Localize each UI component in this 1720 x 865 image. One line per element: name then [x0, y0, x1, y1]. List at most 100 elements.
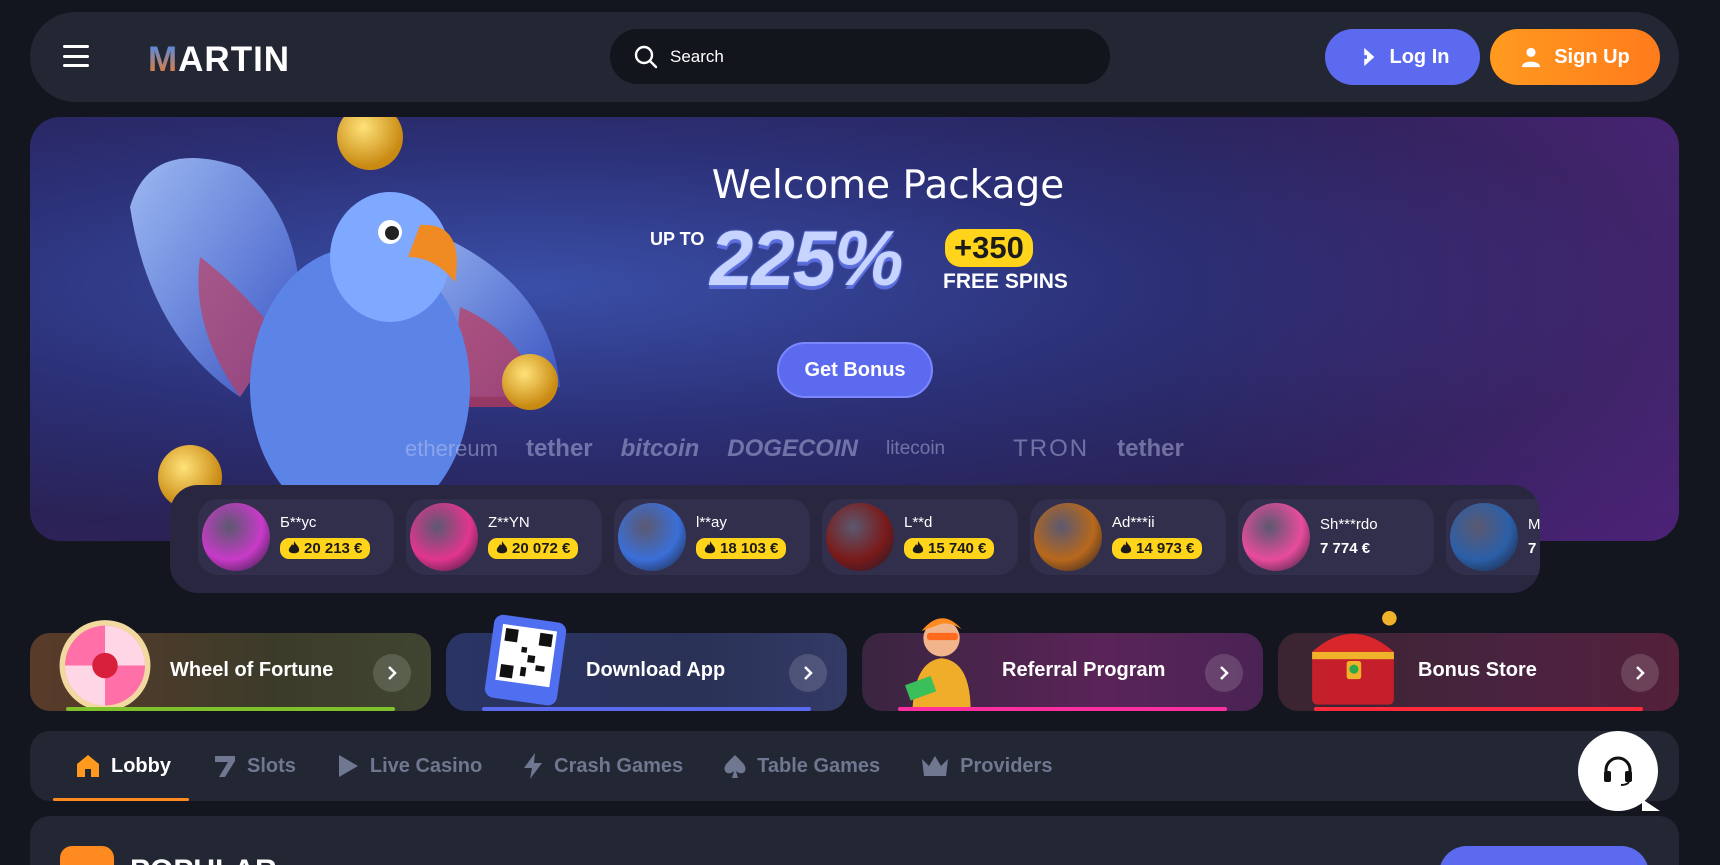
tab-live-casino[interactable]: Live Casino: [336, 731, 482, 801]
banner-title: Welcome Package: [711, 163, 1065, 208]
crypto-logo: TRON: [1013, 435, 1090, 462]
winner-name: Sh***rdo: [1320, 516, 1378, 533]
free-spins-label: FREE SPINS: [943, 270, 1068, 293]
flame-icon: [496, 541, 508, 554]
tab-label: Slots: [247, 754, 296, 777]
win-amount: 20 072 €: [488, 537, 579, 559]
signup-button[interactable]: Sign Up: [1490, 29, 1660, 85]
tab-slots[interactable]: Slots: [211, 731, 296, 801]
crypto-logo: tether: [1117, 435, 1184, 462]
chevron-right-icon[interactable]: [1205, 654, 1243, 692]
win-amount-text: 7 774 €: [1320, 540, 1371, 557]
promo-label: Download App: [586, 659, 726, 681]
lightning-icon: [524, 753, 543, 779]
winner-card[interactable]: Z**YN 20 072 €: [406, 499, 602, 575]
tab-providers[interactable]: Providers: [920, 731, 1052, 801]
headset-icon: [1604, 756, 1632, 786]
search-input[interactable]: [670, 46, 1070, 67]
crypto-logo: DOGECOIN: [727, 435, 858, 462]
winner-name: l**ay: [696, 513, 727, 531]
menu-icon[interactable]: [63, 45, 89, 67]
top-header: MARTIN Log In Sign Up: [30, 12, 1679, 102]
section-title: POPULAR: [130, 854, 277, 865]
win-amount: 15 740 €: [904, 537, 995, 559]
win-amount-text: 18 103 €: [720, 539, 779, 557]
search-bar[interactable]: [610, 29, 1110, 84]
support-chat-button[interactable]: [1578, 731, 1660, 811]
category-tabs: Lobby Slots Live Casino Crash Games Tabl…: [30, 731, 1679, 801]
tab-table-games[interactable]: Table Games: [723, 731, 880, 801]
bonus-percent: 225%: [710, 214, 903, 302]
chevron-right-icon[interactable]: [1621, 654, 1659, 692]
chevron-right-icon[interactable]: [373, 654, 411, 692]
crypto-logo: bitcoin: [620, 435, 700, 462]
bonus-store-card[interactable]: Bonus Store: [1278, 611, 1679, 711]
winner-card[interactable]: l**ay 18 103 €: [614, 499, 810, 575]
login-button[interactable]: Log In: [1325, 29, 1480, 85]
crypto-logos: ethereum tether bitcoin DOGECOIN litecoi…: [405, 435, 1184, 463]
crypto-logo: ethereum: [405, 436, 498, 461]
download-app-card[interactable]: Download App: [446, 614, 847, 711]
flame-icon: [1120, 541, 1132, 554]
winner-card[interactable]: M... 7 ...: [1446, 499, 1540, 575]
popular-section: POPULAR: [30, 816, 1679, 865]
promo-label: Bonus Store: [1418, 659, 1537, 681]
win-amount-text: 20 072 €: [512, 539, 571, 557]
win-amount-text: 20 213 €: [304, 539, 363, 557]
site-logo[interactable]: MARTIN: [148, 40, 290, 80]
crown-icon: [922, 756, 949, 776]
promo-accent-bar: [66, 707, 395, 711]
win-amount-text: 15 740 €: [928, 539, 987, 557]
signup-label: Sign Up: [1554, 45, 1630, 68]
flame-icon: [912, 541, 924, 554]
game-thumbnail[interactable]: [1450, 503, 1518, 571]
flame-icon: [704, 541, 716, 554]
winner-name: Z**YN: [488, 513, 530, 531]
chevron-right-icon[interactable]: [789, 654, 827, 692]
winner-card[interactable]: Sh***rdo 7 774 €: [1238, 499, 1434, 575]
game-thumbnail[interactable]: [1242, 503, 1310, 571]
promo-accent-bar: [482, 707, 811, 711]
winner-name: Ad***ii: [1112, 513, 1155, 531]
promo-label: Referral Program: [1002, 659, 1166, 681]
game-thumbnail[interactable]: [1034, 503, 1102, 571]
winner-card[interactable]: Ad***ii 14 973 €: [1030, 499, 1226, 575]
win-amount: 7 774 €: [1320, 540, 1370, 557]
win-amount: 18 103 €: [696, 537, 787, 559]
user-icon: [1522, 47, 1541, 68]
game-thumbnail[interactable]: [202, 503, 270, 571]
tab-label: Live Casino: [369, 754, 483, 777]
home-icon: [77, 755, 99, 777]
tab-label: Lobby: [111, 754, 171, 777]
spade-icon: [724, 755, 746, 778]
tab-crash-games[interactable]: Crash Games: [522, 731, 683, 801]
treasure-chest-icon: [1312, 611, 1397, 705]
play-icon: [338, 755, 358, 777]
promo-accent-bar: [898, 707, 1227, 711]
win-amount: 7 ...: [1528, 540, 1540, 557]
promo-accent-bar: [1314, 707, 1643, 711]
tab-lobby[interactable]: Lobby: [53, 731, 189, 801]
seven-icon: [215, 756, 235, 777]
up-to-label: UP TO: [650, 229, 705, 249]
referral-character-icon: [905, 618, 971, 711]
recent-winners: Б**ус 20 213 € Z**YN 20 072 € l**ay 18 103 € L…: [170, 485, 1540, 593]
crypto-logo: tether: [525, 435, 593, 462]
show-all-button[interactable]: [1439, 846, 1649, 865]
game-thumbnail[interactable]: [618, 503, 686, 571]
get-bonus-button[interactable]: Get Bonus: [777, 342, 933, 398]
qr-code-icon: [484, 614, 567, 706]
tab-label: Table Games: [757, 754, 881, 777]
wheel-of-fortune-card[interactable]: Wheel of Fortune: [30, 620, 431, 711]
game-thumbnail[interactable]: [826, 503, 894, 571]
winner-name: M...: [1528, 516, 1540, 533]
game-thumbnail[interactable]: [410, 503, 478, 571]
winner-card[interactable]: L**d 15 740 €: [822, 499, 1018, 575]
winner-name: Б**ус: [280, 513, 317, 531]
login-icon: [1358, 47, 1374, 67]
parrot-illustration: [130, 117, 560, 527]
winner-card[interactable]: Б**ус 20 213 €: [198, 499, 394, 575]
win-amount-text: 14 973 €: [1136, 539, 1195, 557]
referral-program-card[interactable]: Referral Program: [862, 618, 1263, 711]
wheel-icon: [59, 620, 151, 711]
